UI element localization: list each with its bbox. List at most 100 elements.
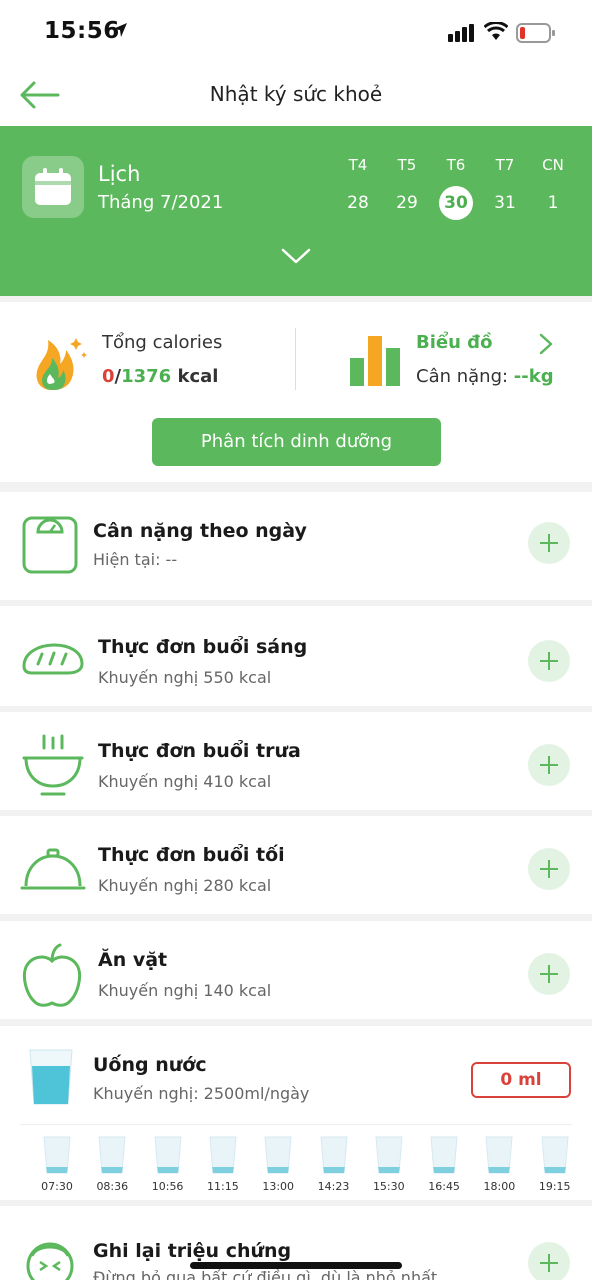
water-cup[interactable]: 10:56 bbox=[146, 1136, 190, 1193]
day-number: 29 bbox=[396, 193, 418, 213]
calories-consumed: 0 bbox=[102, 366, 115, 387]
calendar-month: Tháng 7/2021 bbox=[98, 192, 224, 213]
water-amount-badge[interactable]: 0 ml bbox=[471, 1062, 571, 1098]
weight-summary: Cân nặng: --kg bbox=[416, 366, 554, 387]
water-cup[interactable]: 18:00 bbox=[477, 1136, 521, 1193]
cup-time: 14:23 bbox=[317, 1180, 350, 1193]
chevron-right-icon[interactable] bbox=[538, 332, 554, 356]
battery-icon bbox=[516, 23, 555, 43]
bowl-icon bbox=[22, 734, 84, 796]
nav-bar: Nhật ký sức khoẻ bbox=[0, 64, 592, 126]
day-name: CN bbox=[542, 156, 564, 174]
cup-icon bbox=[43, 1136, 71, 1174]
status-bar: 15:56 bbox=[0, 0, 592, 64]
cup-icon bbox=[98, 1136, 126, 1174]
day-number: 28 bbox=[347, 193, 369, 213]
water-cup[interactable]: 15:30 bbox=[367, 1136, 411, 1193]
divider bbox=[20, 1124, 572, 1125]
flame-icon bbox=[36, 338, 87, 390]
card-subtitle: Khuyến nghị 550 kcal bbox=[98, 668, 272, 687]
lunch-card[interactable]: Thực đơn buổi trưa Khuyến nghị 410 kcal bbox=[0, 712, 592, 810]
cup-time: 18:00 bbox=[483, 1180, 516, 1193]
day-number: 31 bbox=[494, 193, 516, 213]
cup-time: 19:15 bbox=[538, 1180, 571, 1193]
home-indicator bbox=[190, 1262, 402, 1269]
water-cup[interactable]: 08:36 bbox=[90, 1136, 134, 1193]
card-subtitle: Đừng bỏ qua bất cứ điều gì, dù là nhỏ nh… bbox=[93, 1268, 438, 1280]
add-weight-button[interactable] bbox=[528, 522, 570, 564]
card-title: Ghi lại triệu chứng bbox=[93, 1240, 292, 1262]
cup-icon bbox=[485, 1136, 513, 1174]
calories-target: 1376 bbox=[121, 366, 172, 387]
scale-icon bbox=[22, 516, 78, 574]
cellular-signal-icon bbox=[448, 24, 474, 42]
sick-face-icon bbox=[26, 1242, 74, 1280]
page-title: Nhật ký sức khoẻ bbox=[209, 82, 383, 106]
weight-card[interactable]: Cân nặng theo ngày Hiện tại: -- bbox=[0, 492, 592, 600]
day-item[interactable]: CN 1 bbox=[533, 156, 573, 220]
add-lunch-button[interactable] bbox=[528, 744, 570, 786]
cup-time: 13:00 bbox=[262, 1180, 295, 1193]
cup-time: 08:36 bbox=[96, 1180, 129, 1193]
apple-icon bbox=[22, 943, 82, 1007]
cup-icon bbox=[430, 1136, 458, 1174]
wifi-icon bbox=[484, 22, 508, 40]
cup-time: 10:56 bbox=[151, 1180, 184, 1193]
day-item[interactable]: T5 29 bbox=[387, 156, 427, 220]
calories-unit: kcal bbox=[171, 366, 219, 387]
add-snack-button[interactable] bbox=[528, 953, 570, 995]
water-cup[interactable]: 13:00 bbox=[256, 1136, 300, 1193]
cup-time: 07:30 bbox=[41, 1180, 73, 1193]
cup-time: 15:30 bbox=[372, 1180, 405, 1193]
card-subtitle: Khuyến nghị: 2500ml/ngày bbox=[93, 1084, 310, 1103]
water-cup[interactable]: 11:15 bbox=[201, 1136, 245, 1193]
water-cup[interactable]: 07:30 bbox=[35, 1136, 79, 1193]
day-item[interactable]: T7 31 bbox=[485, 156, 525, 220]
water-cup[interactable]: 19:15 bbox=[533, 1136, 577, 1193]
divider bbox=[295, 328, 296, 390]
water-cup[interactable]: 16:45 bbox=[422, 1136, 466, 1193]
add-dinner-button[interactable] bbox=[528, 848, 570, 890]
card-subtitle: Khuyến nghị 280 kcal bbox=[98, 876, 272, 895]
location-arrow-icon bbox=[113, 23, 127, 37]
weight-label: Cân nặng: bbox=[416, 366, 514, 387]
cup-icon bbox=[375, 1136, 403, 1174]
card-title: Uống nước bbox=[93, 1054, 207, 1076]
calendar-title: Lịch bbox=[98, 162, 141, 186]
bread-icon bbox=[22, 643, 84, 675]
breakfast-card[interactable]: Thực đơn buổi sáng Khuyến nghị 550 kcal bbox=[0, 606, 592, 706]
card-title: Thực đơn buổi sáng bbox=[98, 636, 308, 658]
chevron-down-icon[interactable] bbox=[280, 246, 312, 266]
day-number: 30 bbox=[439, 186, 473, 220]
card-subtitle: Khuyến nghị 140 kcal bbox=[98, 981, 272, 1000]
day-name: T4 bbox=[348, 156, 368, 174]
add-breakfast-button[interactable] bbox=[528, 640, 570, 682]
calendar-icon bbox=[22, 156, 84, 218]
card-subtitle: Hiện tại: -- bbox=[93, 550, 178, 569]
cup-icon bbox=[264, 1136, 292, 1174]
card-title: Thực đơn buổi trưa bbox=[98, 740, 301, 762]
calories-label: Tổng calories bbox=[102, 332, 223, 353]
calories-value: 0/1376 kcal bbox=[102, 366, 218, 387]
card-title: Ăn vặt bbox=[98, 949, 168, 971]
calendar-banner: Lịch Tháng 7/2021 T4 28 T5 29 T6 30 T7 3… bbox=[0, 126, 592, 296]
cup-icon bbox=[154, 1136, 182, 1174]
day-name: T7 bbox=[495, 156, 515, 174]
dinner-card[interactable]: Thực đơn buổi tối Khuyến nghị 280 kcal bbox=[0, 816, 592, 914]
day-name: T6 bbox=[446, 156, 466, 174]
cup-icon bbox=[319, 1136, 348, 1174]
water-card: Uống nước Khuyến nghị: 2500ml/ngày 0 ml … bbox=[0, 1026, 592, 1200]
cup-time: 11:15 bbox=[207, 1180, 239, 1193]
bar-chart-icon[interactable] bbox=[348, 334, 402, 388]
add-symptom-button[interactable] bbox=[528, 1242, 570, 1280]
cup-icon bbox=[541, 1136, 569, 1174]
card-title: Cân nặng theo ngày bbox=[93, 520, 307, 542]
card-title: Thực đơn buổi tối bbox=[98, 844, 285, 866]
chart-link[interactable]: Biểu đồ bbox=[416, 332, 492, 353]
water-cup[interactable]: 14:23 bbox=[312, 1136, 356, 1193]
analyze-nutrition-button[interactable]: Phân tích dinh dưỡng bbox=[152, 418, 441, 466]
day-item[interactable]: T4 28 bbox=[338, 156, 378, 220]
summary-panel: Tổng calories 0/1376 kcal Biểu đồ Cân nặ… bbox=[0, 302, 592, 482]
snack-card[interactable]: Ăn vặt Khuyến nghị 140 kcal bbox=[0, 921, 592, 1019]
day-item-selected[interactable]: T6 30 bbox=[436, 156, 476, 220]
